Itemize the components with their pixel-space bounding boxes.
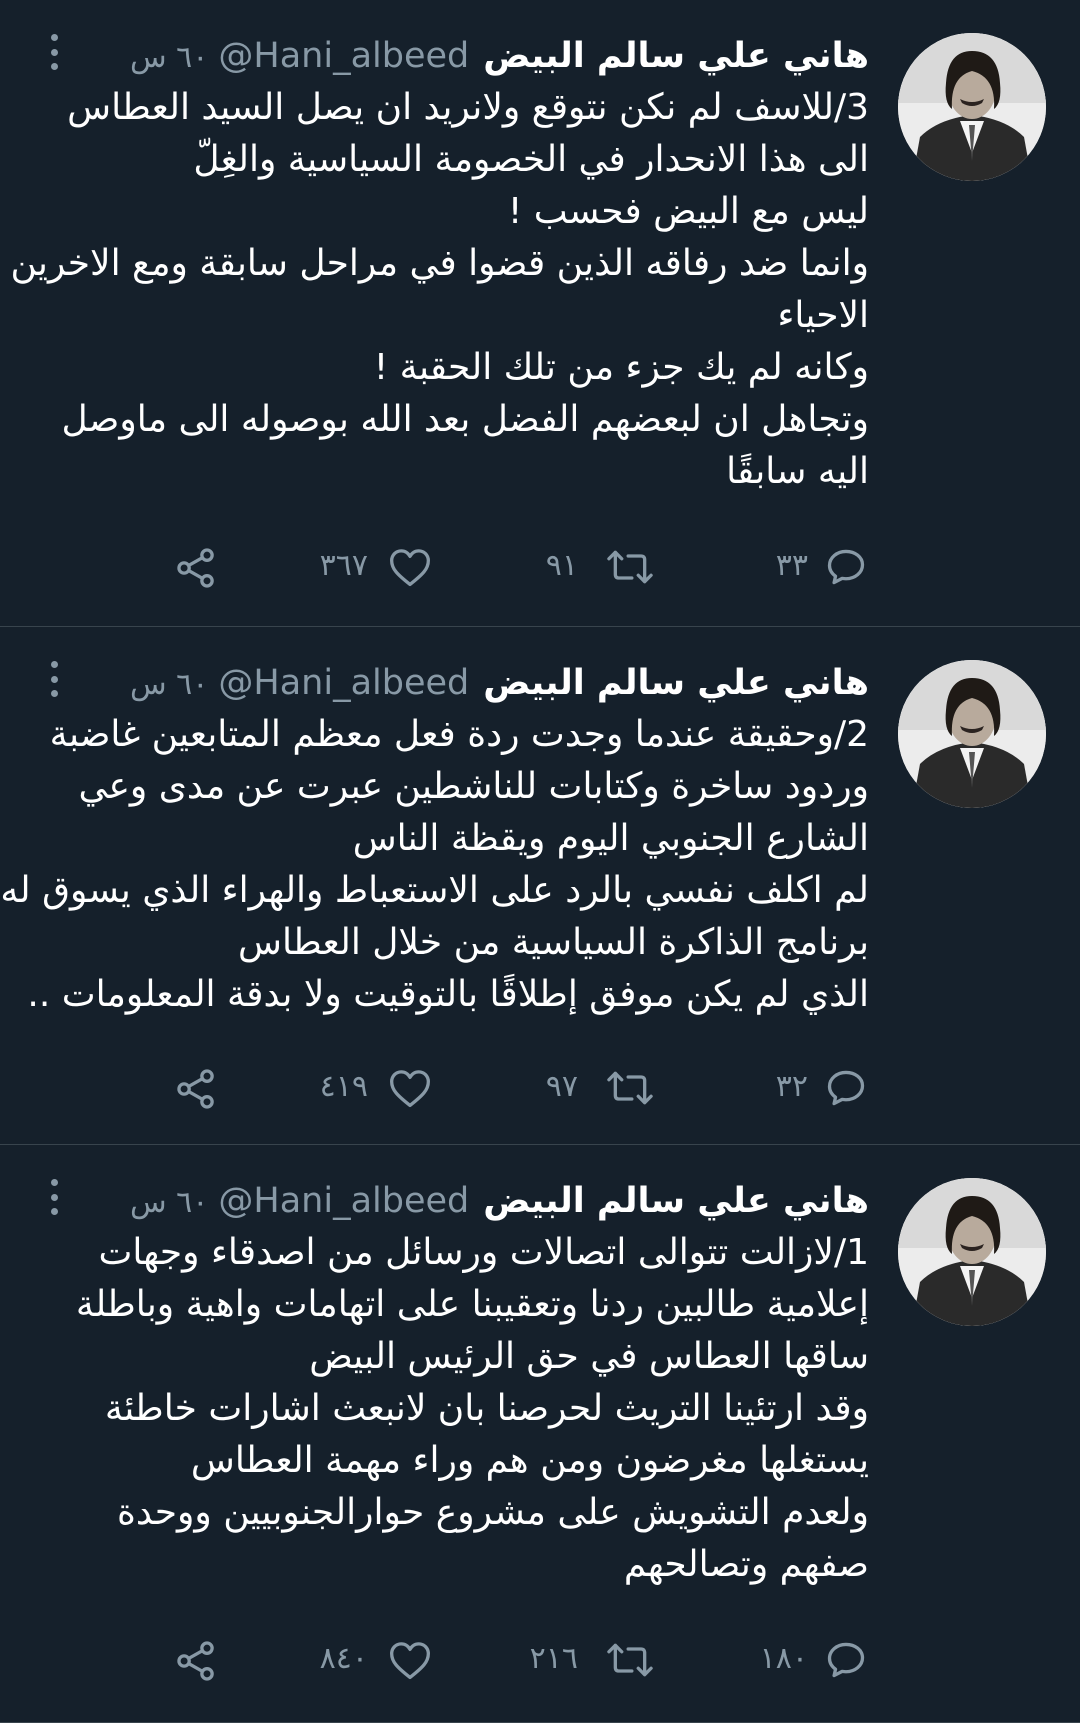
reply-count: ١٨٠ — [759, 1641, 808, 1676]
display-name[interactable]: هاني علي سالم البيض — [483, 1179, 869, 1223]
timestamp[interactable]: ٦٠ س — [130, 663, 208, 707]
avatar-photo — [898, 1178, 1046, 1326]
tweet-actions: ٣٢ ٩٧ ٤١٩ — [0, 1059, 1080, 1119]
like-icon — [390, 549, 430, 587]
share-icon — [177, 548, 214, 588]
timestamp[interactable]: ٦٠ س — [130, 1181, 208, 1225]
tweet-header: هاني علي سالم البيض @Hani_albeed ٦٠ س — [130, 661, 869, 707]
tweet-text-line: الذي لم يكن موفق إطلاقًا بالتوقيت ولا بد… — [27, 974, 869, 1015]
tweet-text-line: ساقها العطاس في حق الرئيس البيض — [309, 1336, 869, 1377]
tweet-header: هاني علي سالم البيض @Hani_albeed ٦٠ س — [130, 34, 869, 80]
tweet-text-line: وكانه لم يك جزء من تلك الحقبة ! — [373, 347, 869, 388]
display-name[interactable]: هاني علي سالم البيض — [483, 661, 869, 705]
avatar[interactable] — [898, 660, 1046, 808]
tweet-text-line: الشارع الجنوبي اليوم ويقظة الناس — [352, 818, 869, 859]
reply-icon — [827, 1642, 865, 1678]
retweet-button[interactable]: ٩٧ — [540, 1059, 680, 1119]
tweet[interactable]: هاني علي سالم البيض @Hani_albeed ٦٠ س 3/… — [0, 0, 1080, 627]
more-options-icon[interactable] — [48, 34, 60, 70]
tweet-text-line: صفهم وتصالحهم — [623, 1544, 869, 1585]
tweet-header: هاني علي سالم البيض @Hani_albeed ٦٠ س — [130, 1179, 869, 1225]
like-count: ٤١٩ — [319, 1069, 368, 1104]
more-options-icon[interactable] — [48, 1179, 60, 1215]
tweet-text-line: 2/وحقيقة عندما وجدت ردة فعل معظم المتابع… — [49, 714, 869, 755]
retweet-count: ٩٧ — [545, 1069, 578, 1104]
tweet-text-line: يستغلها مغرضون ومن هم وراء مهمة العطاس — [190, 1440, 869, 1481]
retweet-icon — [607, 1071, 653, 1105]
tweet-text-line: إعلامية طالبين ردنا وتعقيبنا على اتهامات… — [75, 1284, 869, 1325]
like-count: ٨٤٠ — [319, 1641, 368, 1676]
tweet-actions: ٣٣ ٩١ ٣٦٧ — [0, 538, 1080, 598]
retweet-button[interactable]: ٢١٦ — [530, 1631, 680, 1691]
user-handle[interactable]: @Hani_albeed — [218, 34, 469, 78]
share-button[interactable] — [168, 538, 228, 598]
tweet[interactable]: هاني علي سالم البيض @Hani_albeed ٦٠ س 2/… — [0, 627, 1080, 1145]
tweet-text-line: وانما ضد رفاقه الذين قضوا في مراحل سابقة… — [10, 243, 869, 284]
like-icon — [390, 1642, 430, 1680]
tweet-text-line: وتجاهل ان لبعضهم الفضل بعد الله بوصوله ا… — [61, 399, 869, 440]
like-count: ٣٦٧ — [319, 548, 368, 583]
display-name[interactable]: هاني علي سالم البيض — [483, 34, 869, 78]
avatar[interactable] — [898, 1178, 1046, 1326]
like-icon — [390, 1070, 430, 1108]
like-button[interactable]: ٤١٩ — [300, 1059, 440, 1119]
tweet-text-line: 3/للاسف لم نكن نتوقع ولانريد ان يصل السي… — [67, 87, 869, 128]
retweet-button[interactable]: ٩١ — [540, 538, 680, 598]
like-button[interactable]: ٣٦٧ — [300, 538, 440, 598]
reply-icon — [827, 1070, 865, 1106]
tweet-text-line: وقد ارتئينا التريث لحرصنا بان لانبعث اشا… — [104, 1388, 869, 1429]
tweet-text-line: ولعدم التشويش على مشروع حوارالجنوبيين وو… — [117, 1492, 869, 1533]
retweet-count: ٢١٦ — [529, 1641, 578, 1676]
reply-button[interactable]: ٣٢ — [760, 1059, 880, 1119]
more-options-icon[interactable] — [48, 661, 60, 697]
user-handle[interactable]: @Hani_albeed — [218, 1179, 469, 1223]
tweet-timeline: هاني علي سالم البيض @Hani_albeed ٦٠ س 3/… — [0, 0, 1080, 1723]
tweet-text-line: 1/لازالت تتوالى اتصالات ورسائل من اصدقاء… — [98, 1232, 869, 1273]
avatar-photo — [898, 660, 1046, 808]
timestamp[interactable]: ٦٠ س — [130, 36, 208, 80]
tweet-text-line: ليس مع البيض فحسب ! — [507, 191, 869, 232]
tweet[interactable]: هاني علي سالم البيض @Hani_albeed ٦٠ س 1/… — [0, 1145, 1080, 1723]
reply-count: ٣٣ — [775, 548, 808, 583]
tweet-text-line: الى هذا الانحدار في الخصومة السياسية وال… — [193, 139, 869, 180]
avatar[interactable] — [898, 33, 1046, 181]
like-button[interactable]: ٨٤٠ — [300, 1631, 440, 1691]
tweet-text-line: وردود ساخرة وكتابات للناشطين عبرت عن مدى… — [78, 766, 869, 807]
tweet-text-line: اليه سابقًا — [726, 451, 869, 492]
reply-button[interactable]: ٣٣ — [760, 538, 880, 598]
retweet-count: ٩١ — [545, 548, 578, 583]
tweet-text-line: الاحياء — [777, 295, 869, 336]
user-handle[interactable]: @Hani_albeed — [218, 661, 469, 705]
tweet-text: 2/وحقيقة عندما وجدت ردة فعل معظم المتابع… — [0, 709, 869, 1021]
share-button[interactable] — [168, 1059, 228, 1119]
tweet-text: 3/للاسف لم نكن نتوقع ولانريد ان يصل السي… — [10, 82, 869, 498]
share-icon — [177, 1069, 214, 1109]
reply-count: ٣٢ — [775, 1069, 808, 1104]
tweet-actions: ١٨٠ ٢١٦ ٨٤٠ — [0, 1631, 1080, 1691]
reply-button[interactable]: ١٨٠ — [760, 1631, 880, 1691]
tweet-text-line: برنامج الذاكرة السياسية من خلال العطاس — [238, 922, 869, 963]
retweet-icon — [607, 1643, 653, 1677]
tweet-text: 1/لازالت تتوالى اتصالات ورسائل من اصدقاء… — [39, 1227, 869, 1591]
avatar-photo — [898, 33, 1046, 181]
retweet-icon — [607, 550, 653, 584]
share-button[interactable] — [168, 1631, 228, 1691]
share-icon — [177, 1641, 214, 1681]
reply-icon — [827, 549, 865, 585]
tweet-text-line: لم اكلف نفسي بالرد على الاستعباط والهراء… — [0, 870, 869, 911]
